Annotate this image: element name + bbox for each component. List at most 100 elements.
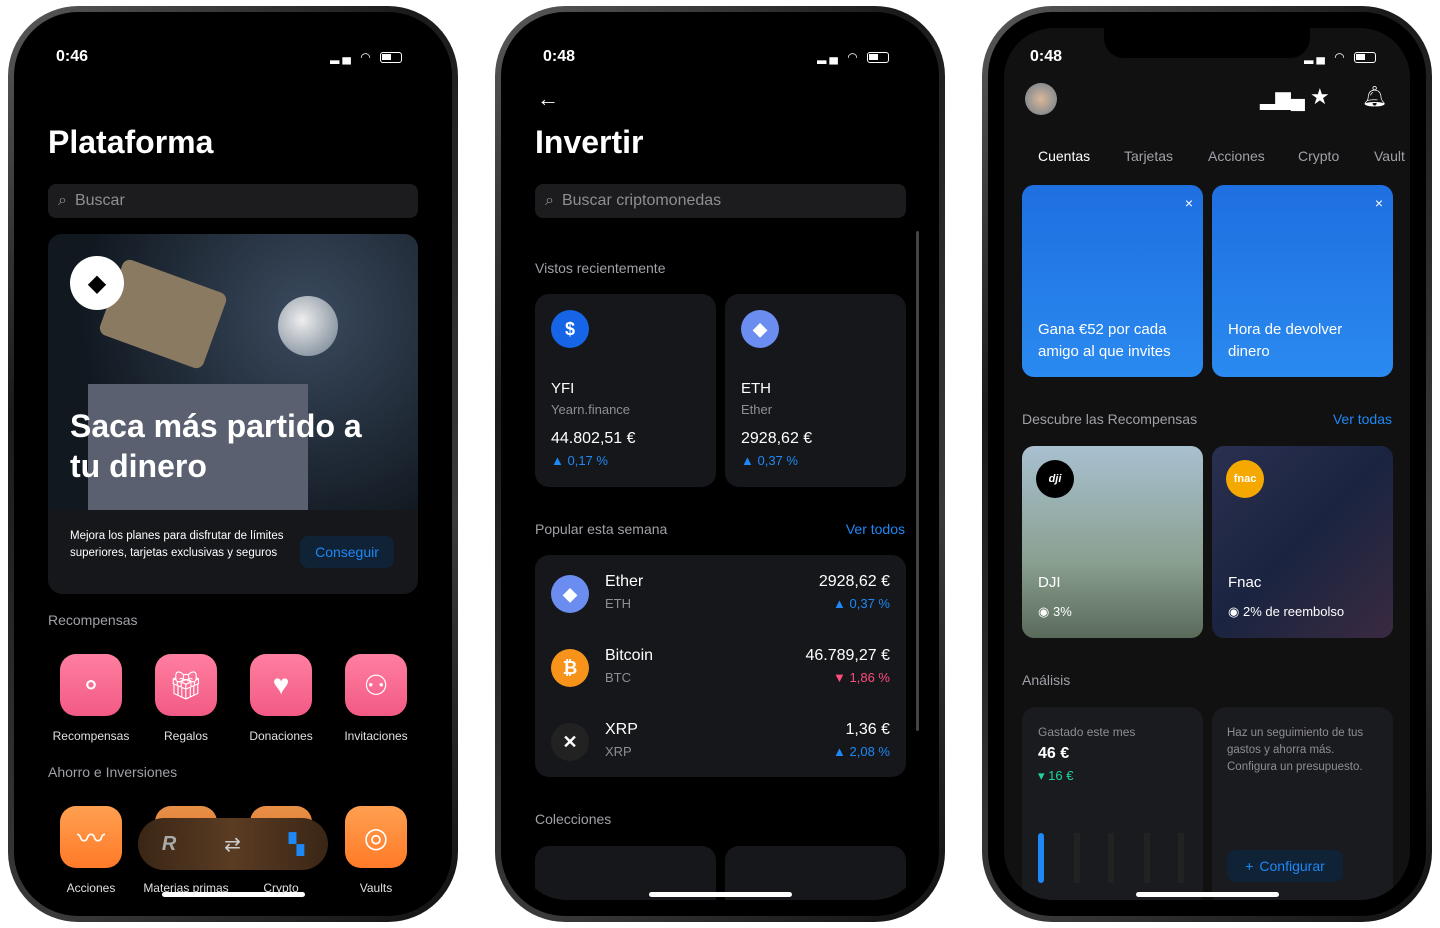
coin-change: ▲ 0,37 %	[741, 453, 798, 468]
coin-symbol: ETH	[605, 596, 631, 611]
home-indicator	[1136, 892, 1279, 897]
spend-bar	[1074, 833, 1080, 883]
coin-name: XRP	[605, 721, 638, 738]
cashback-banner[interactable]: × Hora de devolver dinero	[1212, 185, 1393, 377]
premium-card[interactable]: ◆ Saca más partido a tu dinero Mejora lo…	[48, 234, 418, 594]
tab-vault[interactable]: Vault	[1374, 148, 1405, 164]
section-title: Análisis	[1022, 672, 1071, 688]
invite-banner[interactable]: × Gana €52 por cada amigo al que invites	[1022, 185, 1203, 377]
reward-cashback: ◉ 3%	[1038, 604, 1072, 619]
coin-change: ▲ 0,37 %	[833, 596, 890, 611]
revolut-icon[interactable]: R	[162, 833, 176, 856]
status-icons: ▂▄ ◠	[817, 50, 889, 64]
coin-symbol: ETH	[741, 380, 771, 397]
search-input[interactable]: ⌕ Buscar criptomonedas	[535, 184, 906, 218]
search-input[interactable]: ⌕ Buscar	[48, 184, 418, 218]
coin-price: 2928,62 €	[818, 573, 890, 590]
budget-text: Haz un seguimiento de tus gastos y ahorr…	[1227, 727, 1364, 773]
phone-cuentas: 0:48 ▂▄ ◠ ▂▆▄ ★ 🔔︎ Cuentas Tarjetas Accion…	[982, 6, 1432, 922]
cashback-icon: ◉	[1038, 604, 1053, 619]
coin-name: Bitcoin	[605, 647, 654, 664]
recent-coin-card[interactable]: $ YFI Yearn.finance 44.802,51 € ▲ 0,17 %	[535, 294, 716, 487]
tile-label: Acciones	[66, 881, 116, 895]
recent-coin-card[interactable]: ◆ ETH Ether 2928,62 € ▲ 0,37 %	[725, 294, 906, 487]
tile-label: Materias primas	[143, 881, 229, 895]
rewards-icon[interactable]: ⚬	[60, 654, 122, 716]
floating-tab-bar: R ⇄ ▚	[138, 818, 328, 870]
coin-price: 2928,62 €	[741, 430, 813, 447]
gift-icon[interactable]: 🎁︎	[155, 654, 217, 716]
coin-symbol: XRP	[605, 744, 632, 759]
bell-icon[interactable]: 🔔︎	[1362, 84, 1387, 109]
conseguir-button[interactable]: Conseguir	[300, 536, 394, 568]
tab-acciones[interactable]: Acciones	[1208, 148, 1265, 164]
section-title: Vistos recientemente	[535, 260, 666, 276]
spent-amount: 46 €	[1038, 745, 1070, 762]
analytics-icon[interactable]: ▂▆▄	[1260, 86, 1305, 111]
invite-icon[interactable]: ⚇	[345, 654, 407, 716]
see-all-link[interactable]: Ver todos	[846, 521, 905, 537]
stocks-icon[interactable]: 〰	[60, 806, 122, 868]
coin-price: 46.789,27 €	[805, 647, 890, 664]
tab-tarjetas[interactable]: Tarjetas	[1124, 148, 1173, 164]
yfi-icon: $	[551, 310, 589, 348]
coin-price: 44.802,51 €	[551, 430, 636, 447]
coin-price: 1,36 €	[845, 721, 890, 738]
see-all-link[interactable]: Ver todas	[1333, 411, 1392, 427]
reward-brand: DJI	[1038, 574, 1061, 591]
dji-logo: dji	[1036, 460, 1074, 498]
reward-card-fnac[interactable]: fnac Fnac ◉ 2% de reembolso	[1212, 446, 1393, 638]
star-icon[interactable]: ★	[1310, 84, 1330, 110]
spend-bar	[1038, 833, 1044, 883]
phone-plataforma: 0:46 ▂▄ ◠ Plataforma ⌕ Buscar ◆ Saca más …	[8, 6, 458, 922]
coin-change: ▲ 0,17 %	[551, 453, 608, 468]
avatar[interactable]	[1025, 83, 1057, 115]
search-icon: ⌕	[545, 192, 554, 209]
page-title: Invertir	[535, 124, 644, 160]
tile-label: Regalos	[163, 729, 209, 743]
section-title: Recompensas	[48, 612, 138, 628]
transfer-icon[interactable]: ⇄	[224, 832, 241, 857]
reward-cashback: ◉ 2% de reembolso	[1228, 604, 1345, 619]
configurar-button[interactable]: + Configurar	[1227, 850, 1343, 882]
tab-cuentas[interactable]: Cuentas	[1038, 148, 1090, 164]
status-time: 0:48	[1030, 48, 1063, 65]
scrollbar[interactable]	[916, 231, 919, 731]
popular-row[interactable]: ₿ Bitcoin BTC 46.789,27 € ▼ 1,86 %	[535, 641, 906, 701]
xrp-icon: ✕	[551, 723, 589, 761]
reward-brand: Fnac	[1228, 574, 1262, 591]
coin-change: ▼ 1,86 %	[833, 670, 890, 685]
close-icon[interactable]: ×	[1185, 195, 1193, 211]
close-icon[interactable]: ×	[1375, 195, 1383, 211]
hero-text: Mejora los planes para disfrutar de lími…	[70, 530, 284, 559]
section-title: Ahorro e Inversiones	[48, 764, 178, 780]
tile-label: Crypto	[263, 881, 299, 895]
budget-card[interactable]: Haz un seguimiento de tus gastos y ahorr…	[1212, 707, 1393, 900]
diamond-icon: ◆	[70, 256, 124, 310]
eth-icon: ◆	[741, 310, 779, 348]
reward-card-dji[interactable]: dji DJI ◉ 3%	[1022, 446, 1203, 638]
spend-bar	[1144, 833, 1150, 883]
status-icons: ▂▄ ◠	[330, 50, 402, 64]
tile-label: Recompensas	[52, 729, 130, 743]
spend-bar	[1108, 833, 1114, 883]
status-time: 0:48	[543, 48, 576, 65]
coin-symbol: YFI	[551, 380, 575, 397]
vault-icon[interactable]: ◎	[345, 806, 407, 868]
spent-delta: ▾ 16 €	[1038, 768, 1074, 783]
cashback-icon: ◉	[1228, 604, 1243, 619]
banner-text: Hora de devolver dinero	[1228, 321, 1343, 360]
popular-row[interactable]: ◆ Ether ETH 2928,62 € ▲ 0,37 %	[535, 567, 906, 627]
popular-row[interactable]: ✕ XRP XRP 1,36 € ▲ 2,08 %	[535, 715, 906, 775]
notch	[1104, 28, 1310, 58]
coin-symbol: BTC	[605, 670, 631, 685]
section-title: Descubre las Recompensas	[1022, 411, 1198, 427]
tab-crypto[interactable]: Crypto	[1298, 148, 1339, 164]
tile-label: Invitaciones	[344, 729, 408, 743]
spent-card[interactable]: Gastado este mes 46 € ▾ 16 €	[1022, 707, 1203, 900]
grid-icon[interactable]: ▚	[289, 832, 304, 857]
home-indicator	[649, 892, 792, 897]
plus-icon: +	[1245, 858, 1254, 874]
heart-icon[interactable]: ♥	[250, 654, 312, 716]
back-arrow-icon[interactable]: ←	[537, 86, 559, 112]
